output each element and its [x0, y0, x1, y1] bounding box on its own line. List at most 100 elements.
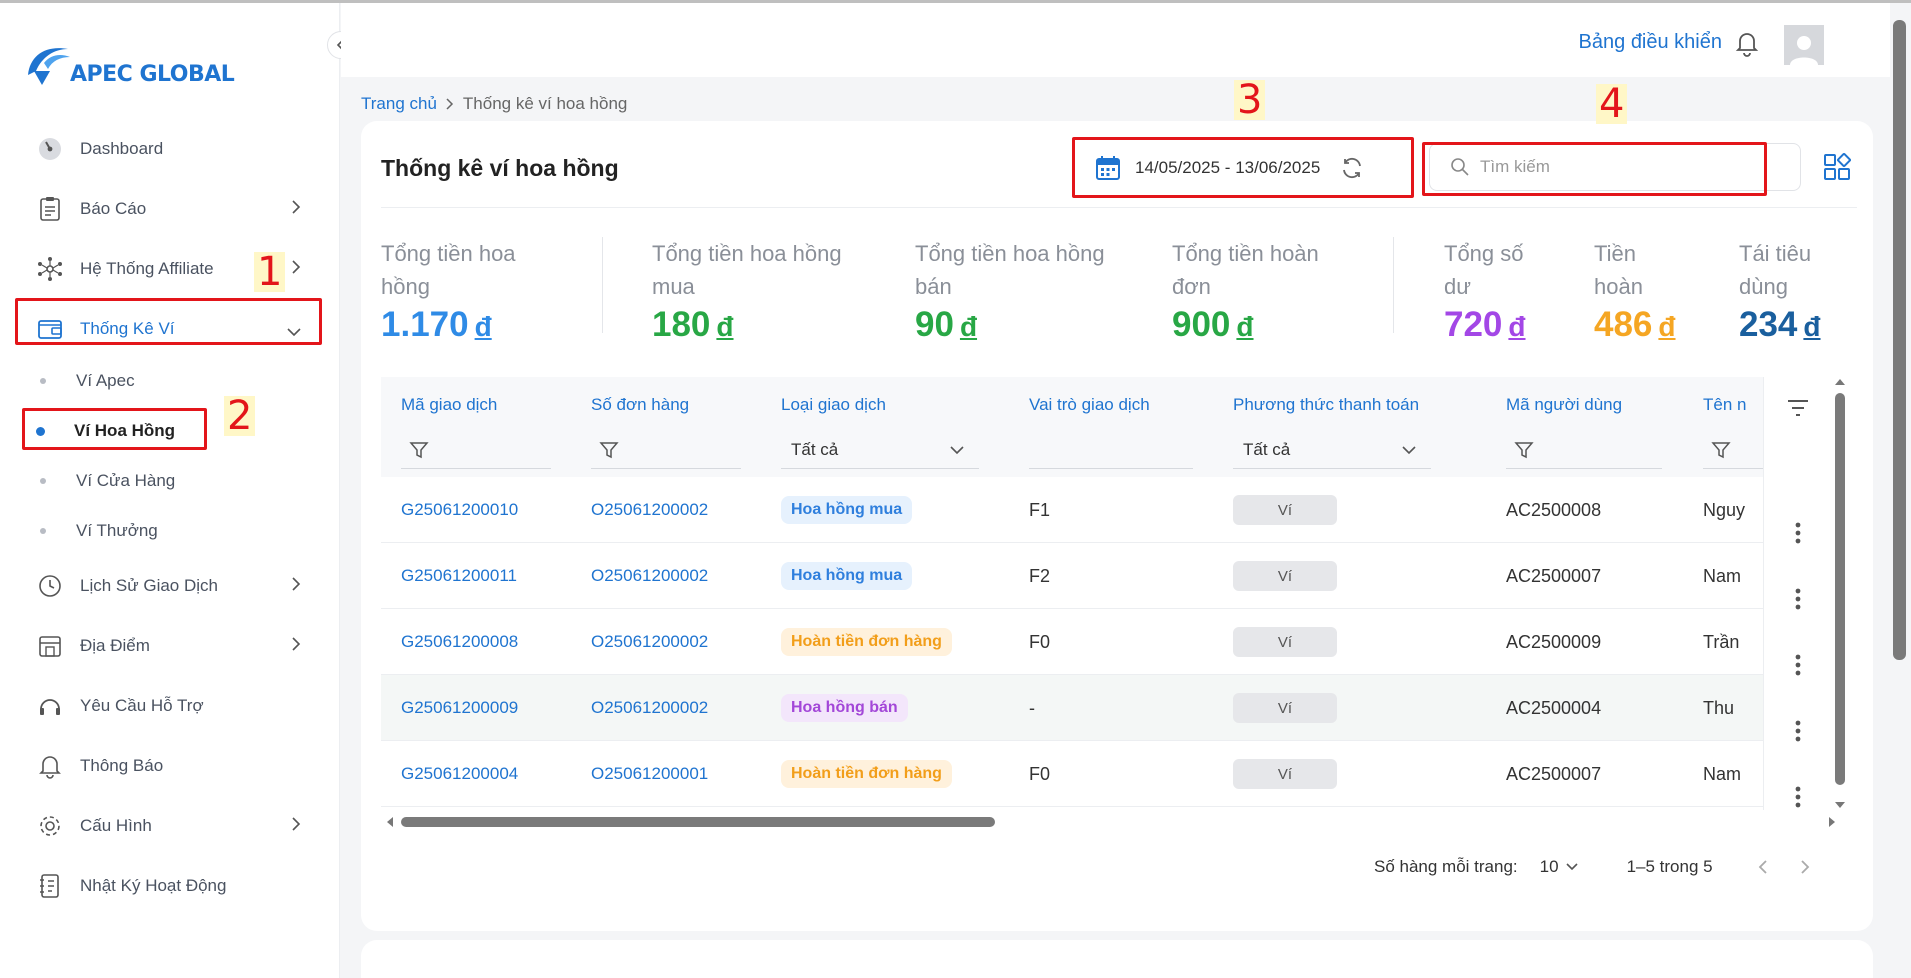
- filter-payment-method-select[interactable]: Tất cả: [1233, 431, 1431, 469]
- user-name-cell: Nguy: [1703, 499, 1746, 520]
- user-name-cell: Nam: [1703, 565, 1742, 586]
- sidebar-item-reports[interactable]: Báo Cáo: [20, 187, 320, 231]
- filter-transaction-role[interactable]: [1029, 431, 1193, 469]
- payment-method-cell: Ví: [1233, 741, 1337, 807]
- rows-per-page-select[interactable]: 10: [1540, 857, 1579, 877]
- previous-page-icon[interactable]: [1757, 859, 1769, 875]
- filter-order-number[interactable]: [591, 431, 741, 469]
- apec-logo-icon: [28, 48, 70, 85]
- grid-settings-icon[interactable]: [1823, 153, 1851, 186]
- sidebar-subitem-label: Ví Apec: [76, 371, 135, 390]
- column-header-order-number[interactable]: Số đơn hàng: [591, 395, 689, 415]
- payment-method-cell: Ví: [1233, 675, 1337, 741]
- filter-transaction-type-select[interactable]: Tất cả: [781, 431, 979, 469]
- more-options-icon[interactable]: [1794, 522, 1802, 544]
- transaction-role-cell: F2: [1029, 565, 1051, 586]
- transaction-type-badge: Hoa hồng mua: [781, 562, 913, 590]
- sidebar-item-notifications[interactable]: Thông Báo: [20, 744, 320, 788]
- transaction-id-link[interactable]: G25061200008: [401, 609, 518, 675]
- sidebar-item-dashboard[interactable]: Dashboard: [20, 127, 320, 171]
- notification-bell-icon[interactable]: [1734, 29, 1760, 62]
- order-number-link[interactable]: O25061200002: [591, 543, 708, 609]
- sidebar-subitem-apec-wallet[interactable]: Ví Apec: [20, 361, 320, 401]
- order-number-link[interactable]: O25061200002: [591, 675, 708, 741]
- sidebar-item-settings[interactable]: Cấu Hình: [20, 804, 320, 848]
- table-row[interactable]: G25061200004 O25061200001 Hoàn tiền đơn …: [381, 741, 1831, 807]
- scroll-thumb[interactable]: [1835, 393, 1845, 785]
- next-page-icon[interactable]: [1799, 859, 1811, 875]
- dashboard-link[interactable]: Bảng điều khiển: [1579, 31, 1722, 54]
- user-avatar[interactable]: [1784, 25, 1824, 65]
- column-header-name[interactable]: Tên n: [1703, 395, 1746, 415]
- column-header-transaction-id[interactable]: Mã giao dịch: [401, 395, 497, 415]
- sidebar-item-locations[interactable]: Địa Điểm: [20, 624, 320, 668]
- clipboard-icon: [28, 196, 72, 222]
- stat-order-refund: Tổng tiền hoàn đơn 900 đ: [1172, 237, 1372, 345]
- order-number-link[interactable]: O25061200002: [591, 609, 708, 675]
- column-header-payment-method[interactable]: Phương thức thanh toán: [1233, 395, 1419, 415]
- chevron-down-icon: [950, 445, 964, 454]
- scroll-thumb[interactable]: [401, 817, 995, 827]
- user-name-cell: Trần: [1703, 631, 1740, 652]
- sidebar-item-label: Lịch Sử Giao Dịch: [80, 576, 218, 595]
- stat-sell-commission: Tổng tiền hoa hồng bán 90 đ: [915, 237, 1145, 345]
- chevron-right-icon: [290, 636, 302, 657]
- scroll-down-icon[interactable]: [1833, 800, 1847, 810]
- sidebar: APEC GLOBAL Dashboard Báo Cáo Hệ Thống A…: [0, 3, 355, 978]
- filter-name[interactable]: [1703, 431, 1763, 469]
- transaction-id-link[interactable]: G25061200009: [401, 675, 518, 741]
- annotation-label-3: 3: [1234, 80, 1266, 120]
- table-vertical-scrollbar[interactable]: [1833, 377, 1847, 810]
- stat-value: 720 đ: [1444, 305, 1526, 344]
- table-row[interactable]: G25061200009 O25061200002 Hoa hồng bán -…: [381, 675, 1831, 741]
- sidebar-subitem-reward-wallet[interactable]: Ví Thưởng: [20, 511, 320, 551]
- page-scrollbar[interactable]: [1893, 20, 1906, 660]
- scroll-left-icon[interactable]: [385, 815, 395, 829]
- sidebar-item-transaction-history[interactable]: Lịch Sử Giao Dịch: [20, 564, 320, 608]
- gauge-icon: [28, 136, 72, 162]
- table-row[interactable]: G25061200008 O25061200002 Hoàn tiền đơn …: [381, 609, 1831, 675]
- breadcrumb-home-link[interactable]: Trang chủ: [361, 94, 437, 114]
- filter-user-id[interactable]: [1506, 431, 1662, 469]
- order-number-link[interactable]: O25061200002: [591, 477, 708, 543]
- sidebar-item-label: Cấu Hình: [80, 816, 152, 835]
- gear-icon: [28, 813, 72, 839]
- transaction-type-cell: Hoa hồng bán: [781, 675, 908, 741]
- payment-method-cell: Ví: [1233, 609, 1337, 675]
- stat-total-commission: Tổng tiền hoa hồng 1.170 đ: [381, 237, 591, 345]
- scroll-up-icon[interactable]: [1833, 377, 1847, 387]
- table-row[interactable]: G25061200010 O25061200002 Hoa hồng mua F…: [381, 477, 1831, 543]
- filter-select-value: Tất cả: [1243, 439, 1291, 459]
- bullet-icon: [40, 378, 46, 384]
- transaction-role-cell: F0: [1029, 631, 1051, 652]
- transaction-type-cell: Hoa hồng mua: [781, 543, 913, 609]
- history-icon: [28, 573, 72, 599]
- stat-separator: [1393, 237, 1394, 333]
- table-row[interactable]: G25061200011 O25061200002 Hoa hồng mua F…: [381, 543, 1831, 609]
- sidebar-item-label: Địa Điểm: [80, 636, 150, 655]
- annotation-box-1: [15, 298, 322, 345]
- transaction-id-link[interactable]: G25061200010: [401, 477, 518, 543]
- chevron-down-icon: [1402, 445, 1416, 454]
- more-options-icon[interactable]: [1794, 588, 1802, 610]
- sidebar-item-label: Thông Báo: [80, 756, 164, 775]
- column-filter-icon[interactable]: [1786, 399, 1810, 417]
- sidebar-item-support-requests[interactable]: Yêu Cầu Hỗ Trợ: [20, 684, 320, 728]
- filter-transaction-id[interactable]: [401, 431, 551, 469]
- column-header-user-id[interactable]: Mã người dùng: [1506, 395, 1622, 415]
- sidebar-subitem-store-wallet[interactable]: Ví Cửa Hàng: [20, 461, 320, 501]
- table-horizontal-scrollbar[interactable]: [381, 813, 1841, 831]
- more-options-icon[interactable]: [1794, 720, 1802, 742]
- scroll-right-icon[interactable]: [1827, 815, 1837, 829]
- user-id-cell: AC2500008: [1506, 499, 1602, 520]
- order-number-link[interactable]: O25061200001: [591, 741, 708, 807]
- more-options-icon[interactable]: [1794, 654, 1802, 676]
- more-options-icon[interactable]: [1794, 786, 1802, 808]
- chevron-right-icon: [290, 259, 302, 280]
- transaction-id-link[interactable]: G25061200004: [401, 741, 518, 807]
- column-header-transaction-role[interactable]: Vai trò giao dịch: [1029, 395, 1150, 415]
- transaction-id-link[interactable]: G25061200011: [401, 543, 517, 609]
- sidebar-item-activity-log[interactable]: Nhật Ký Hoạt Động: [20, 864, 320, 908]
- brand-logo[interactable]: APEC GLOBAL: [24, 41, 235, 87]
- column-header-transaction-type[interactable]: Loại giao dịch: [781, 395, 886, 415]
